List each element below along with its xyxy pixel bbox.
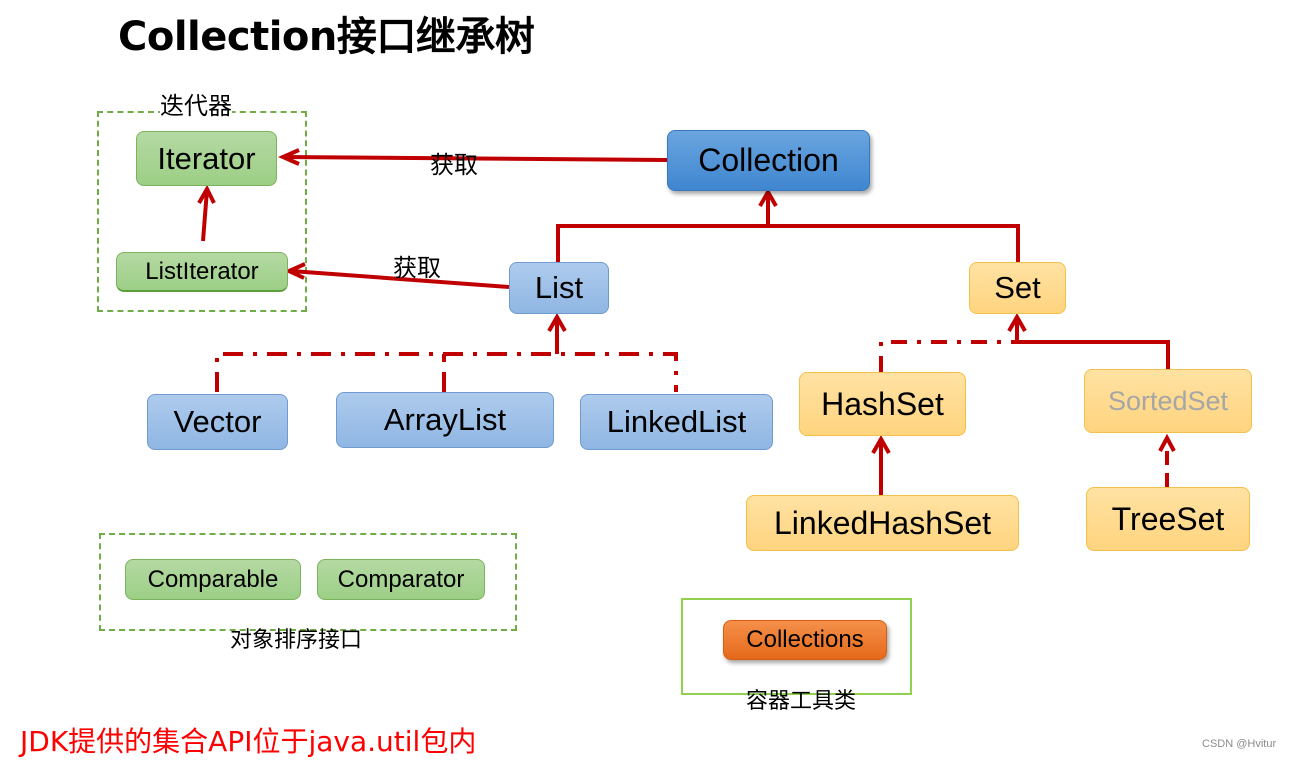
edge-label-get-listiterator: 获取: [393, 254, 441, 282]
node-hash-set[interactable]: HashSet: [799, 372, 966, 436]
watermark: CSDN @Hvitur: [1202, 738, 1277, 750]
edge-list-children: [215, 352, 678, 392]
node-linked-hash-set[interactable]: LinkedHashSet: [746, 495, 1019, 551]
node-collections[interactable]: Collections: [723, 620, 887, 660]
node-sorted-set[interactable]: SortedSet: [1084, 369, 1252, 433]
node-tree-set[interactable]: TreeSet: [1086, 487, 1250, 551]
node-list[interactable]: List: [509, 262, 609, 314]
footer-note: JDK提供的集合API位于java.util包内: [20, 725, 477, 758]
edge-hashset-set: [879, 340, 1017, 372]
node-vector[interactable]: Vector: [147, 394, 288, 450]
node-set[interactable]: Set: [969, 262, 1066, 314]
node-linked-list[interactable]: LinkedList: [580, 394, 773, 450]
node-collection[interactable]: Collection: [667, 130, 870, 191]
edge-sortedset-set: [1017, 340, 1170, 369]
edge-list-set-bus: [556, 224, 1020, 262]
node-comparable[interactable]: Comparable: [125, 559, 301, 600]
node-array-list[interactable]: ArrayList: [336, 392, 554, 448]
node-list-iterator[interactable]: ListIterator: [116, 252, 288, 292]
node-comparator[interactable]: Comparator: [317, 559, 485, 600]
edge-label-get-iterator: 获取: [430, 151, 478, 179]
arrowhead-sortedset: [1158, 433, 1176, 452]
node-iterator[interactable]: Iterator: [136, 131, 277, 186]
